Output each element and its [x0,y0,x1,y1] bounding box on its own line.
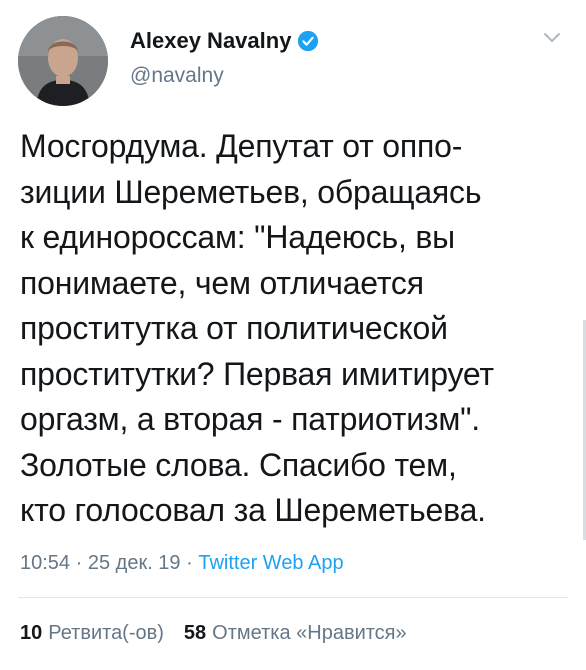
meta-separator: · [70,552,88,574]
retweets-stat[interactable]: 10 Ретвита(-ов) [20,622,164,645]
author-display-name[interactable]: Alexey Navalny [130,28,291,54]
tweet-source-link[interactable]: Twitter Web App [198,552,343,574]
chevron-down-icon[interactable] [542,30,562,44]
likes-label: Отметка «Нравится» [212,622,407,644]
likes-stat[interactable]: 58 Отметка «Нравится» [184,622,407,645]
tweet-date[interactable]: 25 дек. 19 [88,552,181,574]
tweet-stats: 10 Ретвита(-ов) 58 Отметка «Нравится» [20,622,407,645]
avatar[interactable] [18,16,108,106]
retweets-label: Ретвита(-ов) [48,622,164,644]
tweet-time[interactable]: 10:54 [20,552,70,574]
meta-separator: · [180,552,199,574]
verified-badge-icon [298,30,319,52]
likes-count: 58 [183,622,207,644]
tweet-card: Alexey Navalny @navalny Мосгордума. Депу… [0,0,586,670]
avatar-photo-icon [18,16,108,106]
divider [18,597,568,598]
tweet-meta: 10:54 · 25 дек. 19 · Twitter Web App [20,552,344,575]
tweet-text: Мосгордума. Депутат от оппо- зиции Шерем… [20,128,494,528]
author-handle[interactable]: @navalny [130,64,224,88]
retweets-count: 10 [20,622,43,644]
author-name-row[interactable]: Alexey Navalny [130,28,319,54]
